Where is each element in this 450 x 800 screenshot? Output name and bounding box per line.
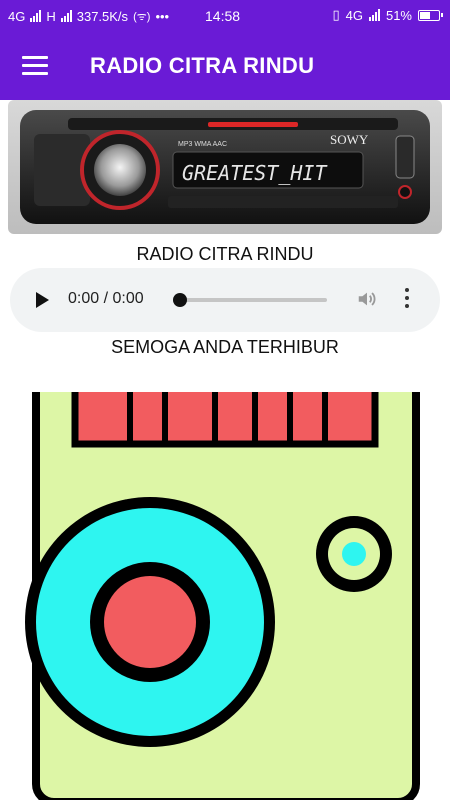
network-h-label: H <box>46 8 56 24</box>
battery-percent: 51% <box>385 7 412 23</box>
hamburger-menu-icon[interactable] <box>22 56 48 76</box>
audio-player: 0:00 / 0:00 <box>10 268 440 332</box>
tagline: SEMOGA ANDA TERHIBUR <box>111 337 339 357</box>
more-dots: ••• <box>155 8 170 24</box>
stereo-display-text: GREATEST_HIT <box>182 161 328 185</box>
signal-icon-2 <box>60 10 72 22</box>
signal-icon <box>30 10 42 22</box>
status-left: 4G H 337.5K/s (ᯤ) ••• <box>8 9 169 24</box>
car-stereo-illustration: GREATEST_HIT MP3 WMA AAC SOWY <box>20 110 430 224</box>
stereo-format-label: MP3 WMA AAC <box>178 141 227 148</box>
app-title: RADIO CITRA RINDU <box>90 53 315 78</box>
wifi-icon: (ᯤ) <box>133 10 151 23</box>
speaker-grille <box>71 378 379 448</box>
app-bar: RADIO CITRA RINDU <box>0 32 450 100</box>
radio-name: RADIO CITRA RINDU <box>136 244 314 264</box>
more-options-icon[interactable] <box>404 288 410 312</box>
vibrate-icon: ▯ <box>332 7 340 22</box>
radio-banner-image: GREATEST_HIT MP3 WMA AAC SOWY <box>8 100 442 234</box>
progress-thumb[interactable] <box>173 293 187 307</box>
radio-illustration <box>0 368 450 800</box>
signal-icon-3 <box>368 9 380 21</box>
stereo-brand: SOWY <box>330 132 369 147</box>
player-time: 0:00 / 0:00 <box>68 290 144 307</box>
network-type-label-right: 4G <box>345 7 363 23</box>
tuning-knob <box>316 516 392 592</box>
progress-bar[interactable] <box>180 298 327 302</box>
play-icon[interactable] <box>36 292 49 308</box>
network-speed: 337.5K/s <box>76 8 129 24</box>
clock: 14:58 <box>205 8 241 24</box>
status-bar: 4G H 337.5K/s (ᯤ) ••• 14:58 ▯ 4G 51% <box>0 0 450 32</box>
status-right: ▯ 4G 51% <box>332 7 443 23</box>
radio-graphic <box>0 368 450 800</box>
speaker-circle <box>25 497 275 747</box>
volume-icon[interactable] <box>356 288 378 310</box>
battery-icon <box>418 9 443 21</box>
network-type-label: 4G <box>8 8 26 24</box>
